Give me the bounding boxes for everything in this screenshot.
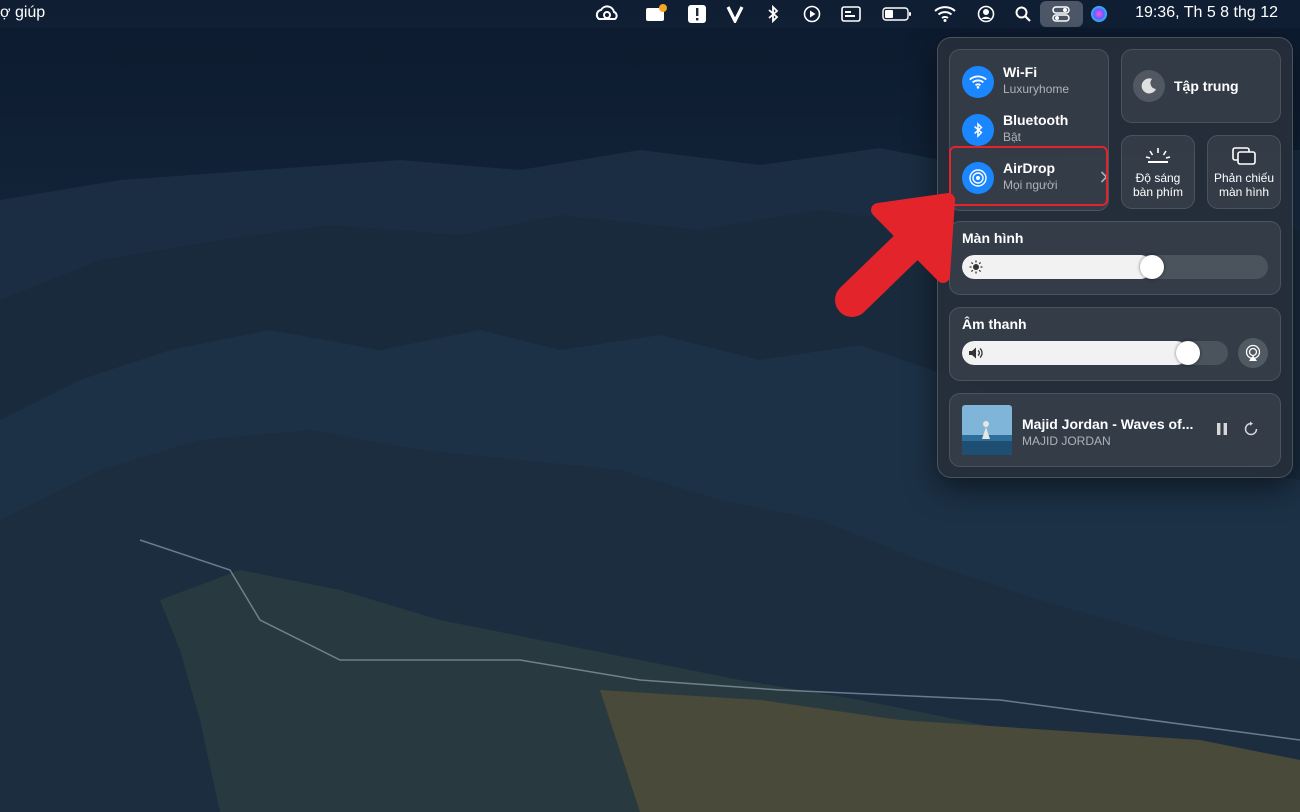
screen-mirroring-icon: [1208, 146, 1280, 166]
search-icon[interactable]: [1014, 4, 1032, 24]
control-center-icon[interactable]: [1051, 4, 1071, 24]
album-artwork[interactable]: [962, 405, 1012, 455]
creative-cloud-icon[interactable]: [594, 4, 620, 24]
bluetooth-icon: [962, 114, 994, 146]
now-playing-artist: MAJID JORDAN: [1022, 434, 1111, 448]
screen-mirroring-label: Phản chiếu màn hình: [1208, 171, 1280, 199]
help-menu[interactable]: ợ giúp: [0, 4, 45, 22]
speaker-icon: [968, 345, 984, 361]
volume-knob[interactable]: [1176, 341, 1200, 365]
moon-icon: [1133, 70, 1165, 102]
replay-icon[interactable]: [1243, 421, 1259, 442]
focus-button[interactable]: Tập trung: [1121, 49, 1281, 123]
bluetooth-title: Bluetooth: [1003, 112, 1069, 128]
display-brightness-slider[interactable]: [962, 255, 1268, 279]
menu-bar: ợ giúp 19:36, Th 5 8 thg 12: [0, 0, 1300, 28]
wifi-icon[interactable]: [933, 4, 957, 24]
airdrop-highlight-box: [949, 146, 1108, 206]
screen-mirroring-button[interactable]: Phản chiếu màn hình: [1207, 135, 1281, 209]
sun-icon: [968, 259, 984, 275]
display-section: Màn hình: [949, 221, 1281, 295]
wifi-icon: [962, 66, 994, 98]
wifi-toggle[interactable]: Wi-Fi Luxuryhome: [962, 62, 1112, 102]
airplay-audio-button[interactable]: [1238, 338, 1268, 368]
battery-icon[interactable]: [881, 4, 913, 24]
screen-record-icon[interactable]: [840, 4, 862, 24]
airplay-icon: [1245, 344, 1261, 361]
bluetooth-status: Bật: [1003, 130, 1022, 144]
menubar-clock[interactable]: 19:36, Th 5 8 thg 12: [1135, 4, 1278, 22]
user-icon[interactable]: [976, 4, 996, 24]
bluetooth-icon[interactable]: [764, 4, 782, 24]
keyboard-brightness-icon: [1122, 146, 1194, 164]
wifi-network-name: Luxuryhome: [1003, 82, 1070, 96]
now-playing-section: Majid Jordan - Waves of... MAJID JORDAN: [949, 393, 1281, 467]
play-icon[interactable]: [802, 4, 822, 24]
screen-mirroring-label-line2: màn hình: [1218, 185, 1270, 199]
now-playing-title: Majid Jordan - Waves of...: [1022, 416, 1194, 432]
wifi-title: Wi-Fi: [1003, 64, 1038, 80]
focus-label: Tập trung: [1174, 78, 1239, 94]
v-app-icon[interactable]: [725, 4, 745, 24]
display-brightness-knob[interactable]: [1140, 255, 1164, 279]
bluetooth-toggle[interactable]: Bluetooth Bật: [962, 110, 1112, 150]
keyboard-brightness-label-line1: Độ sáng: [1135, 171, 1181, 185]
control-center-panel: Wi-Fi Luxuryhome Bluetooth Bật AirDrop M…: [937, 37, 1293, 478]
display-brightness-fill: [962, 255, 1152, 279]
screen-mirroring-label-line1: Phản chiếu: [1213, 171, 1275, 185]
alert-icon[interactable]: [686, 4, 708, 24]
pause-icon[interactable]: [1216, 422, 1228, 441]
display-title: Màn hình: [962, 230, 1024, 246]
notification-app-icon[interactable]: [643, 4, 669, 24]
siri-icon[interactable]: [1089, 4, 1109, 24]
keyboard-brightness-label: Độ sáng bàn phím: [1122, 171, 1194, 199]
keyboard-brightness-label-line2: bàn phím: [1132, 185, 1184, 199]
sound-section: Âm thanh: [949, 307, 1281, 381]
volume-fill: [962, 341, 1188, 365]
keyboard-brightness-button[interactable]: Độ sáng bàn phím: [1121, 135, 1195, 209]
sound-title: Âm thanh: [962, 316, 1027, 332]
